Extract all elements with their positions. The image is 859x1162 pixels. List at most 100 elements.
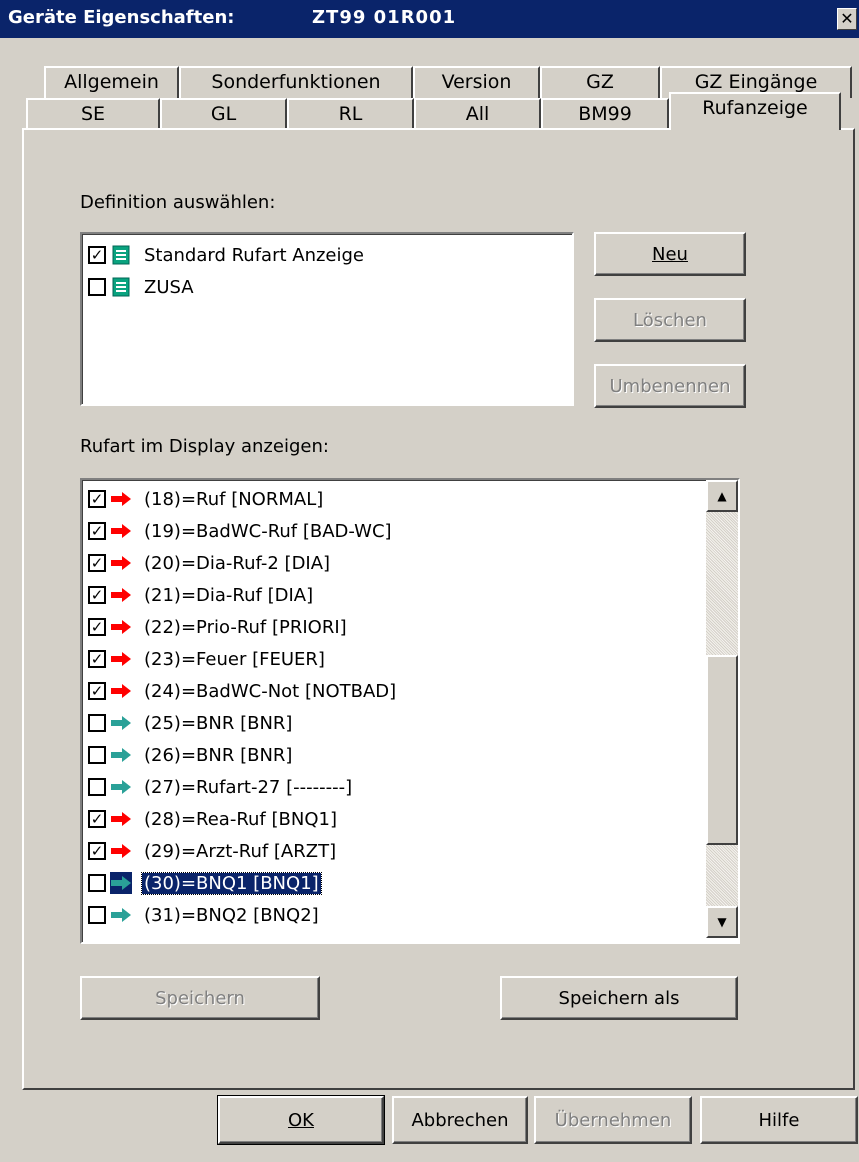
- definition-item-label: ZUSA: [144, 276, 194, 298]
- definition-item-label: Standard Rufart Anzeige: [144, 244, 365, 266]
- checkbox-checked[interactable]: ✓: [88, 618, 106, 636]
- window-title: Geräte Eigenschaften:: [8, 7, 235, 28]
- tab-se[interactable]: SE: [26, 98, 160, 130]
- save-button[interactable]: Speichern: [80, 976, 320, 1020]
- scroll-down-button[interactable]: ▼: [706, 906, 738, 938]
- tab-gl[interactable]: GL: [160, 98, 287, 130]
- checkbox-checked[interactable]: ✓: [88, 554, 106, 572]
- tab-label: Version: [441, 71, 512, 93]
- new-button-label: Neu: [652, 243, 688, 265]
- checkbox-checked[interactable]: ✓: [88, 842, 106, 860]
- rename-button-label: Umbenennen: [609, 375, 731, 397]
- checkbox-checked[interactable]: ✓: [88, 490, 106, 508]
- tab-rufanzeige[interactable]: Rufanzeige: [669, 92, 841, 130]
- rufart-item-label: (23)=Feuer [FEUER]: [144, 648, 325, 670]
- rufart-item-label: (27)=Rufart-27 [--------]: [144, 776, 353, 798]
- arrow-right-icon: [110, 712, 132, 734]
- scroll-up-icon: ▲: [717, 489, 727, 503]
- rename-button[interactable]: Umbenennen: [594, 364, 746, 408]
- arrow-right-icon: [110, 872, 132, 894]
- definition-label: Definition auswählen:: [80, 192, 276, 213]
- rufart-item[interactable]: ✓ (23)=Feuer [FEUER]: [88, 644, 327, 674]
- arrow-right-icon: [110, 840, 132, 862]
- rufart-item[interactable]: ✓ (28)=Rea-Ruf [BNQ1]: [88, 804, 339, 834]
- definition-item[interactable]: ✓ Standard Rufart Anzeige: [88, 240, 366, 270]
- definition-item[interactable]: ZUSA: [88, 272, 196, 302]
- checkbox-unchecked[interactable]: [88, 746, 106, 764]
- definition-list[interactable]: ✓ Standard Rufart Anzeige ZUSA: [80, 232, 574, 406]
- tab-all[interactable]: All: [414, 98, 541, 130]
- rufart-item-label: (24)=BadWC-Not [NOTBAD]: [144, 680, 397, 702]
- checkbox-checked[interactable]: ✓: [88, 522, 106, 540]
- checkbox-checked[interactable]: ✓: [88, 586, 106, 604]
- rufart-item-label: (30)=BNQ1 [BNQ1]: [141, 871, 322, 895]
- tab-bm99[interactable]: BM99: [541, 98, 669, 130]
- checkbox-checked[interactable]: ✓: [88, 682, 106, 700]
- apply-button-label: Übernehmen: [554, 1109, 672, 1131]
- close-icon: ✕: [840, 9, 854, 28]
- checkbox-unchecked[interactable]: [88, 278, 106, 296]
- cancel-button-label: Abbrechen: [411, 1109, 509, 1131]
- tab-rl[interactable]: RL: [287, 98, 414, 130]
- rufart-item-label: (25)=BNR [BNR]: [144, 712, 293, 734]
- arrow-right-icon: [110, 488, 132, 510]
- rufart-item[interactable]: ✓ (24)=BadWC-Not [NOTBAD]: [88, 676, 398, 706]
- tab-label: GL: [210, 103, 237, 125]
- arrow-right-icon: [110, 744, 132, 766]
- tab-label: Rufanzeige: [702, 97, 808, 119]
- tab-version[interactable]: Version: [413, 66, 540, 98]
- title-bar: Geräte Eigenschaften: ZT99 01R001 ✕: [0, 0, 859, 38]
- tab-gz[interactable]: GZ: [540, 66, 660, 98]
- rufart-item[interactable]: ✓ (29)=Arzt-Ruf [ARZT]: [88, 836, 338, 866]
- help-button[interactable]: Hilfe: [700, 1096, 858, 1144]
- document-icon: [110, 244, 132, 266]
- apply-button[interactable]: Übernehmen: [534, 1096, 692, 1144]
- rufart-item[interactable]: (26)=BNR [BNR]: [88, 740, 294, 770]
- tab-label: SE: [80, 103, 106, 125]
- delete-button[interactable]: Löschen: [594, 298, 746, 342]
- new-button[interactable]: Neu: [594, 232, 746, 276]
- tab-label: Sonderfunktionen: [211, 71, 381, 93]
- rufart-item-label: (22)=Prio-Ruf [PRIORI]: [144, 616, 347, 638]
- close-button[interactable]: ✕: [837, 8, 857, 30]
- delete-button-label: Löschen: [633, 309, 707, 331]
- cancel-button[interactable]: Abbrechen: [392, 1096, 528, 1144]
- tab-label: All: [465, 103, 490, 125]
- rufart-item[interactable]: ✓ (18)=Ruf [NORMAL]: [88, 484, 325, 514]
- rufart-item[interactable]: (31)=BNQ2 [BNQ2]: [88, 900, 321, 930]
- display-label: Rufart im Display anzeigen:: [80, 436, 329, 457]
- rufart-item[interactable]: ✓ (22)=Prio-Ruf [PRIORI]: [88, 612, 349, 642]
- rufart-item[interactable]: ✓ (20)=Dia-Ruf-2 [DIA]: [88, 548, 332, 578]
- vertical-scrollbar[interactable]: ▲ ▼: [706, 480, 738, 942]
- checkbox-unchecked[interactable]: [88, 714, 106, 732]
- tab-label: Allgemein: [64, 71, 159, 93]
- checkbox-checked[interactable]: ✓: [88, 810, 106, 828]
- rufart-item[interactable]: (25)=BNR [BNR]: [88, 708, 294, 738]
- checkbox-checked[interactable]: ✓: [88, 246, 106, 264]
- tab-allgemein[interactable]: Allgemein: [44, 66, 179, 98]
- arrow-right-icon: [110, 584, 132, 606]
- rufart-list[interactable]: (31)=BNQ2 [BNQ2] (30)=BNQ1 [BNQ1] ✓ (29)=Ar…: [80, 478, 740, 944]
- checkbox-unchecked[interactable]: [88, 874, 106, 892]
- save-as-button[interactable]: Speichern als: [500, 976, 738, 1020]
- rufart-item-label: (18)=Ruf [NORMAL]: [144, 488, 324, 510]
- rufart-item-label: (29)=Arzt-Ruf [ARZT]: [144, 840, 337, 862]
- rufart-item[interactable]: ✓ (21)=Dia-Ruf [DIA]: [88, 580, 315, 610]
- tab-label: BM99: [578, 103, 632, 125]
- help-button-label: Hilfe: [758, 1109, 800, 1131]
- tab-label: GZ: [586, 71, 614, 93]
- checkbox-unchecked[interactable]: [88, 906, 106, 924]
- scroll-up-button[interactable]: ▲: [706, 480, 738, 512]
- ok-button-label: OK: [288, 1109, 314, 1131]
- tab-sonderfunktionen[interactable]: Sonderfunktionen: [179, 66, 413, 98]
- rufart-item[interactable]: ✓ (19)=BadWC-Ruf [BAD-WC]: [88, 516, 394, 546]
- arrow-right-icon: [110, 904, 132, 926]
- arrow-right-icon: [110, 616, 132, 638]
- rufart-item[interactable]: (27)=Rufart-27 [--------]: [88, 772, 354, 802]
- rufart-item[interactable]: (30)=BNQ1 [BNQ1]: [88, 868, 322, 898]
- checkbox-checked[interactable]: ✓: [88, 650, 106, 668]
- scroll-thumb[interactable]: [706, 654, 738, 845]
- ok-button[interactable]: OK: [217, 1095, 385, 1145]
- checkbox-unchecked[interactable]: [88, 778, 106, 796]
- rufart-item-label: (26)=BNR [BNR]: [144, 744, 293, 766]
